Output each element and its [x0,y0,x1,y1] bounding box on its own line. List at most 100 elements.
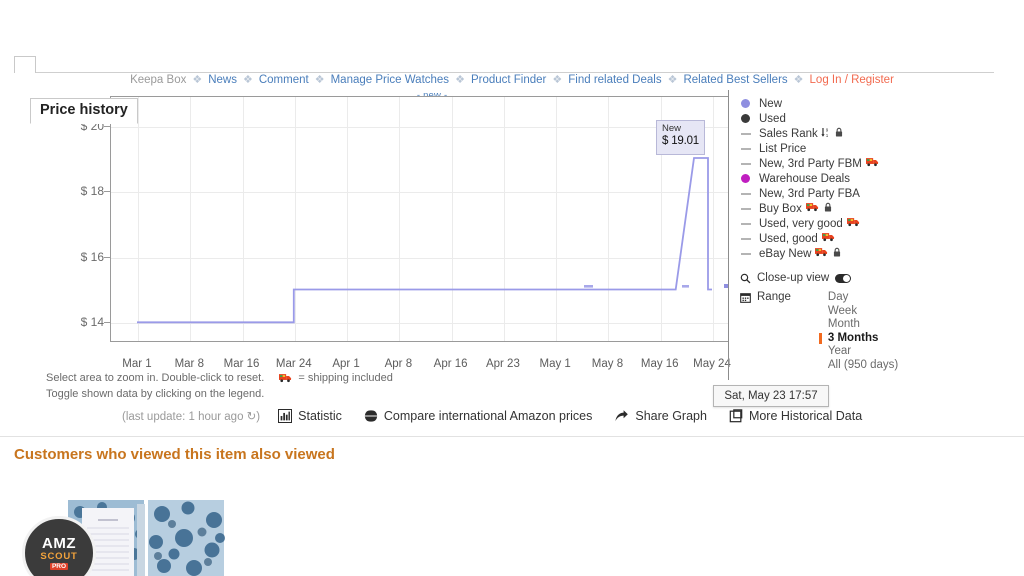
legend-dash-marker [741,132,751,135]
diamond-separator-icon: ❖ [667,74,678,86]
subnav-item-find-related-deals[interactable]: Find related Deals [568,74,661,86]
subnav-item-related-best-sellers[interactable]: Related Best Sellers [683,74,787,86]
diamond-separator-icon: ❖ [314,74,325,86]
legend-marker [740,114,756,123]
legend-item-sales-rank[interactable]: Sales Rank 9 1 [740,126,920,141]
more-historical-data-button[interactable]: More Historical Data [729,409,862,423]
legend-item-ebay-new[interactable]: eBay New [740,246,920,261]
y-axis-tick-label: $ 18 [80,184,104,199]
shipping-truck-icon [821,232,835,245]
legend-item-buy-box[interactable]: Buy Box [740,201,920,216]
x-axis-tick-label: Mar 1 [122,358,152,370]
diamond-separator-icon: ❖ [552,74,563,86]
range-option-year[interactable]: Year [819,345,898,359]
subnav-item-manage-price-watches[interactable]: Manage Price Watches [331,74,449,86]
closeup-view-control[interactable]: Close-up view [740,272,852,284]
range-option-all-950-days[interactable]: All (950 days) [819,359,898,373]
statistic-button[interactable]: Statistic [278,409,342,423]
diamond-separator-icon: ❖ [192,74,203,86]
legend-item-label: New [759,97,783,110]
calendar-icon [740,291,757,303]
range-option-day[interactable]: Day [819,291,898,305]
tab-label: Price history [40,102,128,118]
legend-item-used[interactable]: Used [740,111,920,126]
diamond-separator-icon: ❖ [793,74,804,86]
diamond-separator-icon: ❖ [242,74,253,86]
range-option-month[interactable]: Month [819,318,898,332]
svg-text:9: 9 [826,127,829,132]
share-label: Share Graph [635,409,707,423]
subnav-item-product-finder[interactable]: Product Finder [471,74,546,86]
legend-item-label: Used, good [759,232,818,245]
subnav-item-comment[interactable]: Comment [259,74,309,86]
keepa-price-history-page: Price history Track product Data Variati… [0,0,1024,576]
x-axis-tick-label: Apr 8 [384,358,413,370]
price-tooltip-value: $ 19.01 [662,135,699,147]
shipping-note: = shipping included [298,372,393,384]
chart-footer-toolbar: (last update: 1 hour ago ↻) Statistic Co… [122,409,884,423]
sort-order-icon[interactable]: 91 [821,127,830,141]
range-option-3-months[interactable]: 3 Months [818,332,898,346]
legend-item-list-price[interactable]: List Price [740,141,920,156]
shipping-truck-icon [279,373,292,388]
share-graph-button[interactable]: Share Graph [614,409,707,423]
legend-dot-marker [741,174,750,183]
tabbar: Price history Track product Data Variati… [0,48,1024,124]
shipping-truck-icon [815,247,828,260]
globe-icon [363,409,378,423]
legend-item-label: Warehouse Deals [759,172,850,185]
legend-marker [740,147,756,150]
x-axis-tick-label: Mar 8 [174,358,204,370]
chart-legend: New Used Sales Rank 9 1 List Price New, 3rd Pa… [740,96,920,261]
legend-marker [740,237,756,240]
legend-item-used-very-good[interactable]: Used, very good [740,216,920,231]
tab-price-history[interactable]: Price history [30,98,138,124]
more-data-label: More Historical Data [748,409,863,423]
legend-item-label: List Price [759,142,807,155]
closeup-view-toggle[interactable] [835,273,852,283]
legend-dot-marker [741,114,750,123]
legend-item-warehouse-deals[interactable]: Warehouse Deals [740,171,920,186]
range-option-week[interactable]: Week [819,305,898,319]
price-series-new[interactable] [110,96,729,342]
legend-marker [740,162,756,165]
lock-icon [835,127,843,140]
bar-chart-icon [278,409,293,423]
legend-marker [740,174,756,183]
svg-text:1: 1 [826,133,829,138]
legend-item-label: Sales Rank [759,127,818,140]
range-control: Range Day Week Month 3 Months Year All (950 d… [740,291,898,372]
last-update-text: (last update: 1 hour ago ↻) [122,411,261,423]
date-tooltip: Sat, May 23 17:57 [713,385,829,407]
legend-item-used-good[interactable]: Used, good [740,231,920,246]
section-divider [0,436,1024,437]
legend-item-label: eBay New [759,247,812,260]
x-axis-tick-label: May 24 [693,358,731,370]
legend-marker [740,99,756,108]
badge-line-1: AMZ [42,534,76,552]
legend-dash-marker [741,207,751,210]
legend-dash-marker [741,237,751,240]
chart-help-text: Select area to zoom in. Double-click to … [46,372,393,401]
chart-crosshair [728,90,729,380]
y-axis-labels: $ 20 $ 18 $ 16 $ 14 [46,96,104,342]
statistic-label: Statistic [298,409,342,423]
legend-dash-marker [741,252,751,255]
subnav-item-log-in-register[interactable]: Log In / Register [810,74,894,86]
subnav-item-keepa-box[interactable]: Keepa Box [130,74,186,86]
legend-dash-marker [741,222,751,225]
checkbox-icon[interactable] [729,409,743,423]
legend-item-new-3rd-party-fba[interactable]: New, 3rd Party FBA [740,186,920,201]
legend-item-label: New, 3rd Party FBM [759,157,862,170]
y-axis-tick-label: $ 14 [80,315,104,330]
legend-item-new-3rd-party-fbm[interactable]: New, 3rd Party FBM [740,156,920,171]
lock-icon [833,247,841,260]
x-axis-tick-label: Apr 16 [433,358,468,370]
x-axis-tick-label: May 16 [640,358,679,370]
legend-dash-marker [741,192,751,195]
subnav-item-news[interactable]: News [208,74,237,86]
legend-item-new[interactable]: New [740,96,920,111]
share-arrow-icon [614,409,629,423]
closeup-view-label: Close-up view [757,272,830,284]
compare-international-prices-button[interactable]: Compare international Amazon prices [363,409,592,423]
